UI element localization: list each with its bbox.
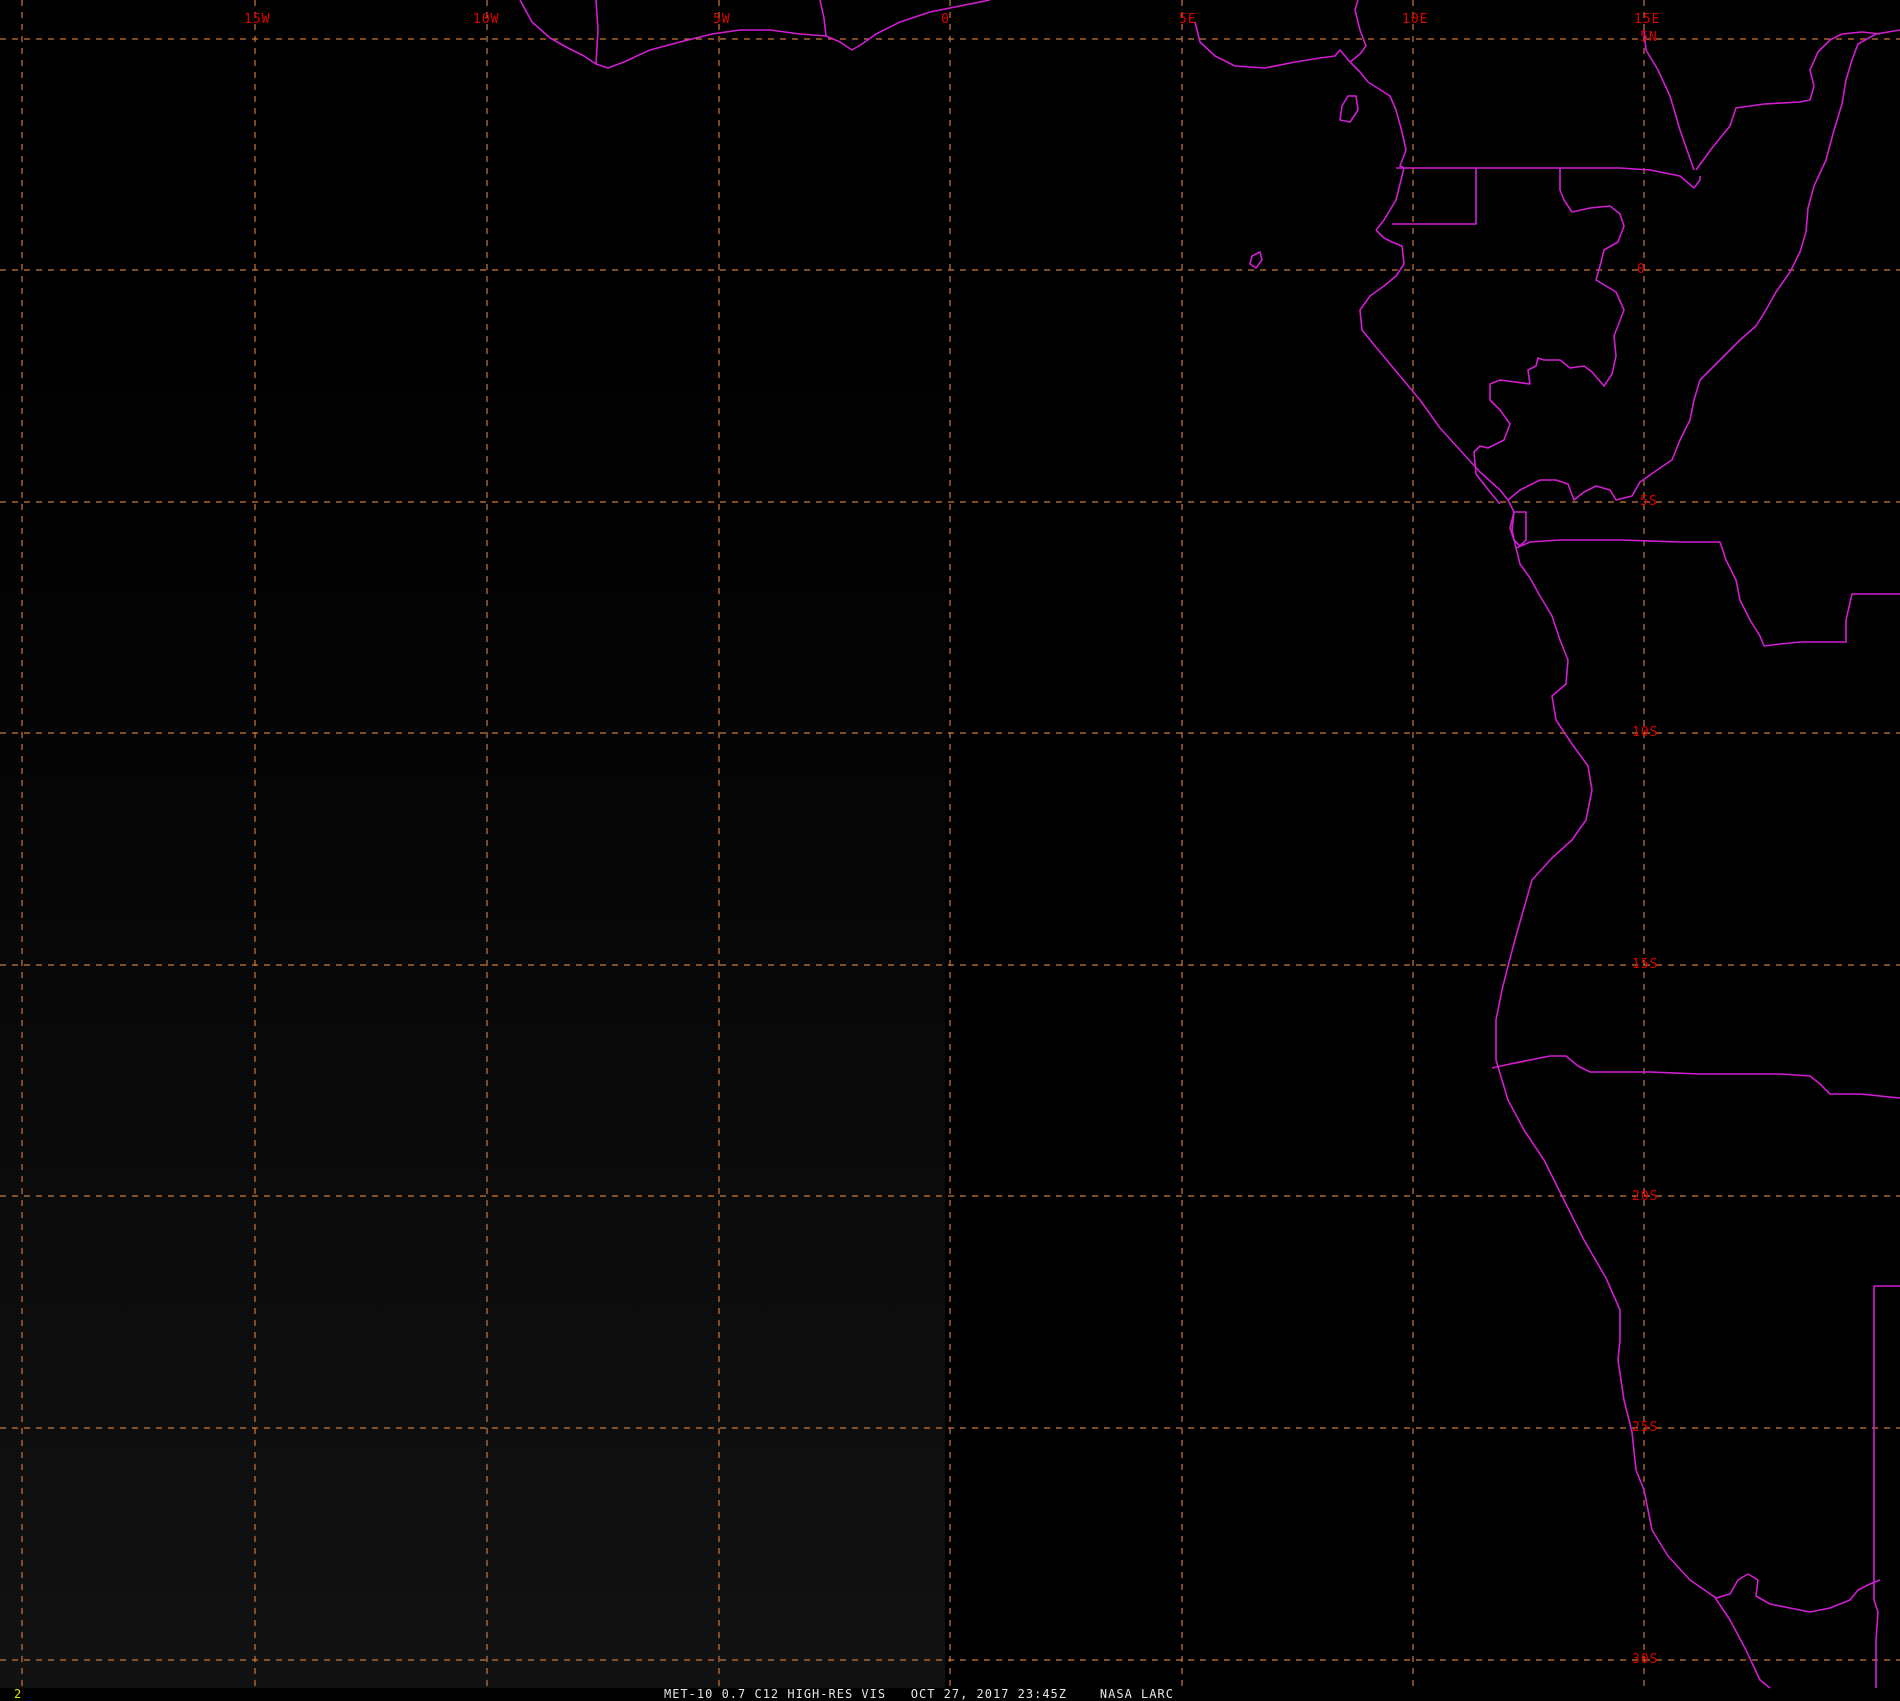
lat-label-25s: 25S xyxy=(1632,1420,1658,1435)
frame-number: 2 xyxy=(14,1687,23,1701)
lat-label-20s: 20S xyxy=(1632,1189,1658,1204)
lat-label-30s: 30S xyxy=(1632,1652,1658,1667)
lon-label-15e: 15E xyxy=(1634,12,1660,27)
lon-label-10e: 10E xyxy=(1402,12,1428,27)
lat-label-0: 0 xyxy=(1637,262,1646,277)
lat-label-10s: 10S xyxy=(1632,725,1658,740)
satellite-map: 15W 10W 5W 0 5E 10E 15E 5N 0 5S 10S 15S … xyxy=(0,0,1900,1700)
lat-label-5n: 5N xyxy=(1640,30,1658,45)
lat-label-5s: 5S xyxy=(1640,494,1658,509)
lon-label-5w: 5W xyxy=(713,12,731,27)
image-caption: MET-10 0.7 C12 HIGH-RES VIS OCT 27, 2017… xyxy=(664,1687,1174,1701)
lon-label-15w: 15W xyxy=(244,12,270,27)
satellite-imagery-haze xyxy=(0,260,945,1688)
lat-label-15s: 15S xyxy=(1632,957,1658,972)
lon-label-5e: 5E xyxy=(1179,12,1197,27)
lon-label-0: 0 xyxy=(941,12,950,27)
lon-label-10w: 10W xyxy=(473,12,499,27)
